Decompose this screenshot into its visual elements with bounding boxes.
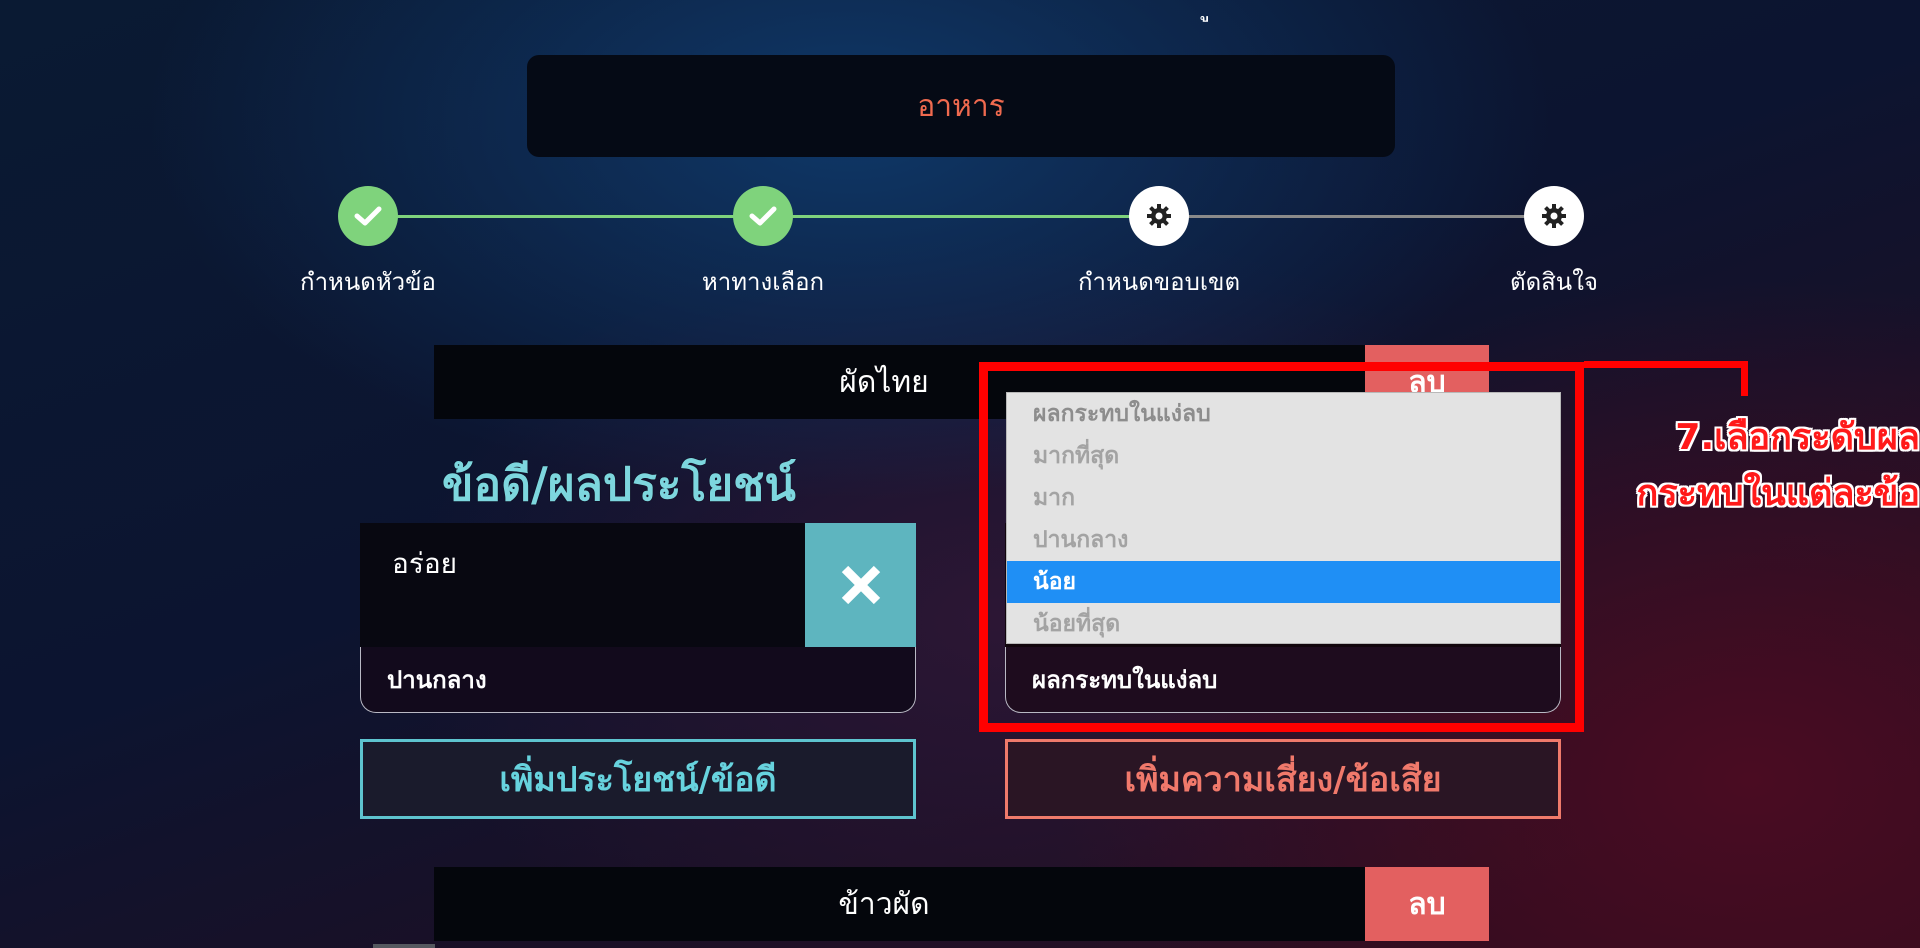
topic-title: อาหาร (917, 88, 1005, 124)
scroll-edge (373, 944, 435, 948)
annotation-callout-line (1741, 361, 1748, 396)
step-2-label: หาทางเลือก (701, 268, 825, 296)
check-icon (749, 206, 777, 226)
option-name: ผัดไทย (839, 364, 929, 400)
step-4-circle[interactable] (1524, 186, 1584, 246)
stepper-line-2 (792, 215, 1158, 218)
annotation-note: 7.เลือกระดับผล กระทบในแต่ละข้อ (1592, 410, 1920, 522)
step-4-label: ตัดสินใจ (1509, 268, 1598, 296)
close-icon (841, 565, 880, 605)
pro-impact-select[interactable]: ปานกลาง (360, 647, 916, 713)
annotation-line-1: 7.เลือกระดับผล (1675, 417, 1920, 458)
topic-title-bar: อาหาร (527, 55, 1395, 157)
annotation-callout-line (1584, 361, 1748, 368)
add-con-button[interactable]: เพิ่มความเสี่ยง/ข้อเสีย (1005, 739, 1561, 819)
pro-item-text[interactable]: อร่อย (392, 542, 457, 586)
gear-icon (1147, 204, 1171, 228)
option-name: ข้าวผัด (838, 886, 930, 922)
gear-icon (1542, 204, 1566, 228)
stepper-line-1 (396, 215, 762, 218)
check-icon (354, 206, 382, 226)
step-1-circle[interactable] (338, 186, 398, 246)
annotation-line-2: กระทบในแต่ละข้อ (1636, 473, 1920, 514)
annotation-highlight-box (979, 362, 1584, 732)
step-3-label: กำหนดขอบเขต (1077, 268, 1241, 296)
stepper-line-3 (1188, 215, 1554, 218)
option-name-bar: ข้าวผัด (434, 867, 1414, 941)
step-2-circle[interactable] (733, 186, 793, 246)
pros-section-title: ข้อดี/ผลประโยชน์ (442, 457, 796, 511)
delete-option-button[interactable]: ลบ (1365, 867, 1489, 941)
step-3-circle[interactable] (1129, 186, 1189, 246)
step-1-label: กำหนดหัวข้อ (300, 268, 436, 296)
remove-pro-button[interactable] (805, 523, 916, 647)
heading-fragment: ู (1210, 0, 1232, 8)
add-pro-button[interactable]: เพิ่มประโยชน์/ข้อดี (360, 739, 916, 819)
